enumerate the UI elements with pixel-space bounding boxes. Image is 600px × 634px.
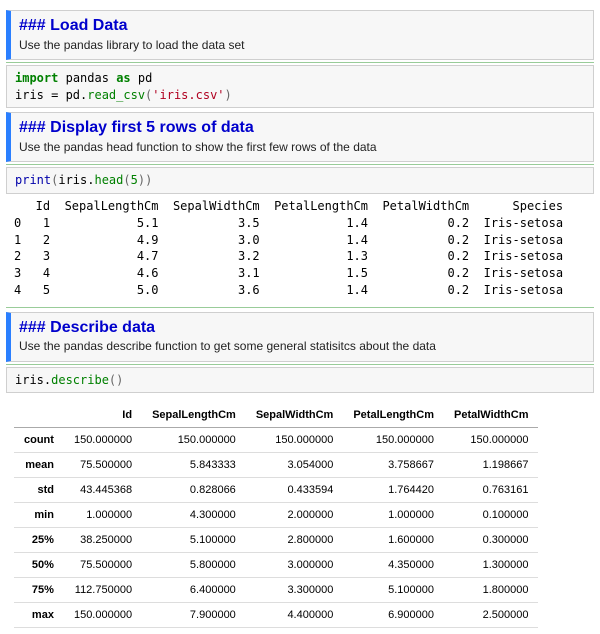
code-cell-load[interactable]: import pandas as pd iris = pd.read_csv('…: [6, 65, 594, 109]
string-arg: 'iris.csv': [152, 88, 224, 102]
table-cell: 1.300000: [444, 553, 538, 578]
table-cell: 0.433594: [246, 478, 344, 503]
table-row-label: min: [14, 503, 64, 528]
table-cell: 38.250000: [64, 528, 142, 553]
table-row-label: std: [14, 478, 64, 503]
table-cell: 2.000000: [246, 503, 344, 528]
table-cell: 0.828066: [142, 478, 246, 503]
code-cell-head[interactable]: print(iris.head(5)): [6, 167, 594, 194]
table-cell: 0.300000: [444, 528, 538, 553]
table-cell: 75.500000: [64, 453, 142, 478]
table-row-label: 25%: [14, 528, 64, 553]
table-cell: 75.500000: [64, 553, 142, 578]
code-cell-describe[interactable]: iris.describe(): [6, 367, 594, 394]
table-col-header: Id: [64, 403, 142, 428]
table-cell: 43.445368: [64, 478, 142, 503]
table-row: mean75.5000005.8433333.0540003.7586671.1…: [14, 453, 538, 478]
table-col-header: SepalWidthCm: [246, 403, 344, 428]
table-cell: 4.400000: [246, 603, 344, 628]
module-name: pandas: [66, 71, 109, 85]
table-row-label: max: [14, 603, 64, 628]
table-corner: [14, 403, 64, 428]
separator: [6, 364, 594, 365]
table-cell: 150.000000: [64, 603, 142, 628]
table-cell: 6.900000: [343, 603, 444, 628]
markdown-cell-load: ### Load Data Use the pandas library to …: [6, 10, 594, 60]
table-cell: 6.400000: [142, 578, 246, 603]
table-cell: 112.750000: [64, 578, 142, 603]
table-cell: 4.350000: [343, 553, 444, 578]
table-cell: 2.500000: [444, 603, 538, 628]
table-cell: 3.054000: [246, 453, 344, 478]
table-cell: 3.300000: [246, 578, 344, 603]
table-row: min1.0000004.3000002.0000001.0000000.100…: [14, 503, 538, 528]
table-row-label: count: [14, 428, 64, 453]
alias: pd: [138, 71, 152, 85]
table-row: 50%75.5000005.8000003.0000004.3500001.30…: [14, 553, 538, 578]
table-row: 75%112.7500006.4000003.3000005.1000001.8…: [14, 578, 538, 603]
table-row: 25%38.2500005.1000002.8000001.6000000.30…: [14, 528, 538, 553]
markdown-text-load: Use the pandas library to load the data …: [19, 37, 585, 53]
table-cell: 5.843333: [142, 453, 246, 478]
table-col-header: PetalLengthCm: [343, 403, 444, 428]
table-cell: 150.000000: [64, 428, 142, 453]
keyword-import: import: [15, 71, 58, 85]
separator: [6, 164, 594, 165]
table-cell: 3.000000: [246, 553, 344, 578]
table-cell: 150.000000: [246, 428, 344, 453]
table-col-header: PetalWidthCm: [444, 403, 538, 428]
fn-describe: describe: [51, 373, 109, 387]
table-cell: 3.758667: [343, 453, 444, 478]
table-cell: 1.800000: [444, 578, 538, 603]
table-cell: 7.900000: [142, 603, 246, 628]
output-describe-table: IdSepalLengthCmSepalWidthCmPetalLengthCm…: [14, 403, 538, 628]
fn-print: print: [15, 173, 51, 187]
num-literal: 5: [131, 173, 138, 187]
table-cell: 1.000000: [343, 503, 444, 528]
table-row: count150.000000150.000000150.000000150.0…: [14, 428, 538, 453]
keyword-as: as: [116, 71, 130, 85]
table-cell: 4.300000: [142, 503, 246, 528]
markdown-cell-describe: ### Describe data Use the pandas describ…: [6, 312, 594, 362]
table-cell: 5.100000: [343, 578, 444, 603]
table-row: max150.0000007.9000004.4000006.9000002.5…: [14, 603, 538, 628]
table-cell: 5.800000: [142, 553, 246, 578]
table-cell: 0.763161: [444, 478, 538, 503]
table-row: std43.4453680.8280660.4335941.7644200.76…: [14, 478, 538, 503]
table-col-header: SepalLengthCm: [142, 403, 246, 428]
table-row-label: 50%: [14, 553, 64, 578]
table-cell: 150.000000: [444, 428, 538, 453]
table-cell: 1.198667: [444, 453, 538, 478]
table-cell: 150.000000: [343, 428, 444, 453]
markdown-cell-head: ### Display first 5 rows of data Use the…: [6, 112, 594, 162]
table-cell: 1.600000: [343, 528, 444, 553]
output-head: Id SepalLengthCm SepalWidthCm PetalLengt…: [6, 196, 594, 305]
heading-head: ### Display first 5 rows of data: [19, 117, 585, 139]
table-row-label: mean: [14, 453, 64, 478]
table-cell: 1.000000: [64, 503, 142, 528]
separator: [6, 307, 594, 308]
table-cell: 5.100000: [142, 528, 246, 553]
heading-load: ### Load Data: [19, 15, 585, 37]
table-row-label: 75%: [14, 578, 64, 603]
separator: [6, 62, 594, 63]
fn-readcsv: read_csv: [87, 88, 145, 102]
table-cell: 150.000000: [142, 428, 246, 453]
heading-describe: ### Describe data: [19, 317, 585, 339]
table-cell: 1.764420: [343, 478, 444, 503]
table-cell: 2.800000: [246, 528, 344, 553]
code-text: iris = pd.: [15, 88, 87, 102]
markdown-text-head: Use the pandas head function to show the…: [19, 139, 585, 155]
fn-head: head: [94, 173, 123, 187]
table-cell: 0.100000: [444, 503, 538, 528]
markdown-text-describe: Use the pandas describe function to get …: [19, 338, 585, 354]
